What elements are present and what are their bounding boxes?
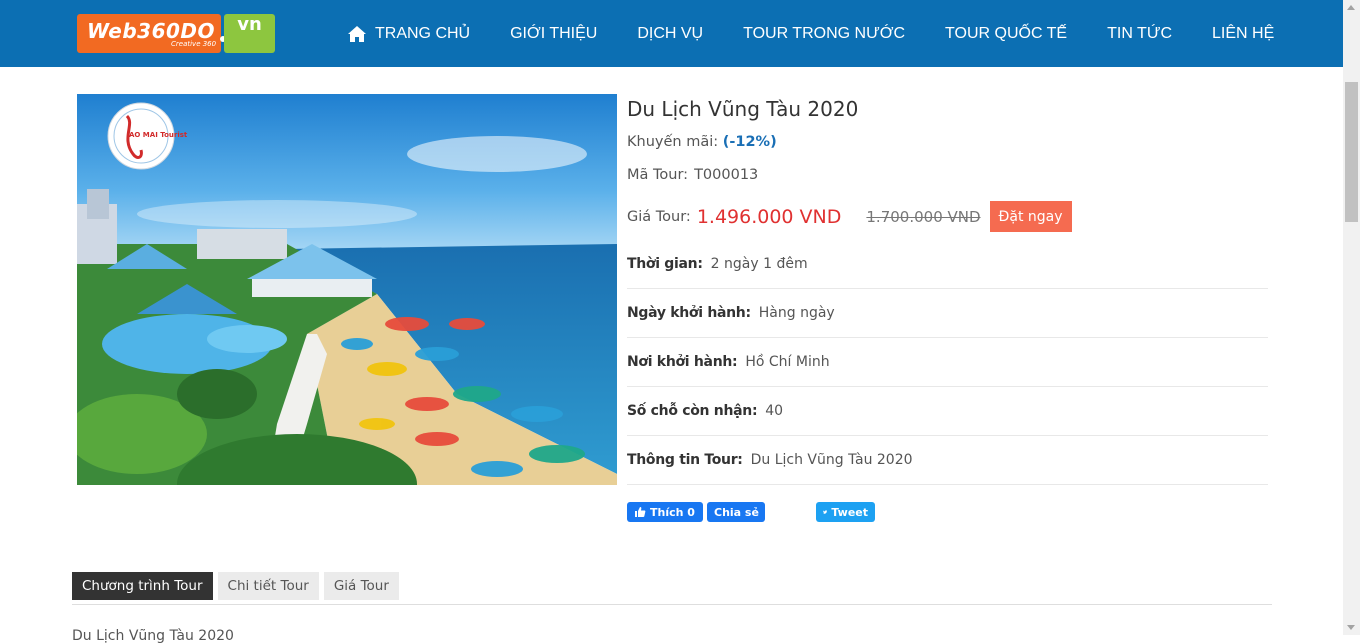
detail-value: Du Lịch Vũng Tàu 2020 — [750, 452, 913, 468]
detail-value: Hàng ngày — [758, 305, 835, 321]
promotion: Khuyến mãi: (-12%) — [627, 134, 777, 150]
book-now-button[interactable]: Đặt ngay — [989, 201, 1072, 232]
site-header: Web360DO Creative 360 vn TRANG CHỦ GIỚI … — [0, 0, 1343, 67]
tabs-divider — [72, 604, 1272, 605]
detail-departure-place: Nơi khởi hành: Hồ Chí Minh — [627, 338, 1268, 387]
detail-duration: Thời gian: 2 ngày 1 đêm — [627, 240, 1268, 289]
twitter-bird-icon — [823, 510, 828, 514]
scroll-up-arrow-icon[interactable] — [1347, 5, 1355, 10]
detail-value: Hồ Chí Minh — [745, 354, 830, 370]
tour-title: Du Lịch Vũng Tàu 2020 — [627, 97, 859, 121]
logo-badge: Web360DO Creative 360 — [77, 14, 221, 53]
nav-label-home: TRANG CHỦ — [375, 24, 471, 42]
thumbs-up-icon — [635, 507, 646, 517]
price-row: Giá Tour: 1.496.000 VND 1.700.000 VND Đặ… — [627, 201, 1072, 232]
page-scrollbar[interactable] — [1343, 0, 1360, 635]
like-label: Thích 0 — [650, 505, 695, 519]
nav-item-contact[interactable]: LIÊN HỆ — [1212, 25, 1274, 43]
main-nav: TRANG CHỦ GIỚI THIỆU DỊCH VỤ TOUR TRONG … — [347, 0, 1274, 67]
tour-photo: AO MAI Tourist — [77, 94, 617, 485]
scroll-down-arrow-icon[interactable] — [1347, 625, 1355, 630]
program-content-heading: Du Lịch Vũng Tàu 2020 — [72, 628, 234, 644]
detail-seats: Số chỗ còn nhận: 40 — [627, 387, 1268, 436]
tweet-button[interactable]: Tweet — [816, 502, 875, 522]
sale-price: 1.496.000 VND — [696, 205, 842, 228]
price-label: Giá Tour: — [627, 208, 691, 225]
detail-value: 2 ngày 1 đêm — [710, 256, 808, 272]
tab-program[interactable]: Chương trình Tour — [72, 572, 213, 600]
nav-item-services[interactable]: DỊCH VỤ — [637, 25, 703, 43]
logo-tagline: Creative 360 — [171, 40, 217, 48]
promo-label: Khuyến mãi: — [627, 134, 719, 150]
original-price: 1.700.000 VND — [866, 207, 981, 226]
detail-label: Ngày khởi hành: — [627, 305, 751, 321]
detail-label: Nơi khởi hành: — [627, 354, 738, 370]
tour-tabs: Chương trình Tour Chi tiết Tour Giá Tour — [72, 572, 404, 600]
site-logo[interactable]: Web360DO Creative 360 vn — [77, 14, 275, 53]
detail-value: 40 — [765, 403, 784, 419]
tweet-label: Tweet — [831, 505, 868, 519]
tab-price[interactable]: Giá Tour — [323, 572, 399, 600]
nav-item-international-tour[interactable]: TOUR QUỐC TẾ — [945, 25, 1067, 43]
tab-details[interactable]: Chi tiết Tour — [217, 572, 319, 600]
nav-item-news[interactable]: TIN TỨC — [1107, 25, 1172, 43]
detail-label: Thời gian: — [627, 256, 703, 272]
code-label: Mã Tour: — [627, 167, 689, 183]
nav-item-about[interactable]: GIỚI THIỆU — [510, 25, 597, 43]
nav-item-domestic-tour[interactable]: TOUR TRONG NƯỚC — [743, 25, 905, 43]
code-value: T000013 — [694, 167, 759, 183]
promo-value: (-12%) — [722, 134, 777, 150]
logo-tld: vn — [224, 14, 275, 53]
detail-tour-info: Thông tin Tour: Du Lịch Vũng Tàu 2020 — [627, 436, 1268, 485]
detail-label: Số chỗ còn nhận: — [627, 403, 758, 419]
watermark-text: AO MAI Tourist — [129, 131, 188, 139]
facebook-like-button[interactable]: Thích 0 — [627, 502, 703, 522]
tour-code: Mã Tour: T000013 — [627, 167, 758, 183]
facebook-share-button[interactable]: Chia sẻ — [707, 502, 765, 522]
scroll-thumb[interactable] — [1345, 82, 1358, 222]
home-icon — [348, 25, 366, 42]
detail-label: Thông tin Tour: — [627, 452, 743, 468]
nav-item-home[interactable]: TRANG CHỦ — [347, 25, 470, 43]
detail-departure-date: Ngày khởi hành: Hàng ngày — [627, 289, 1268, 338]
